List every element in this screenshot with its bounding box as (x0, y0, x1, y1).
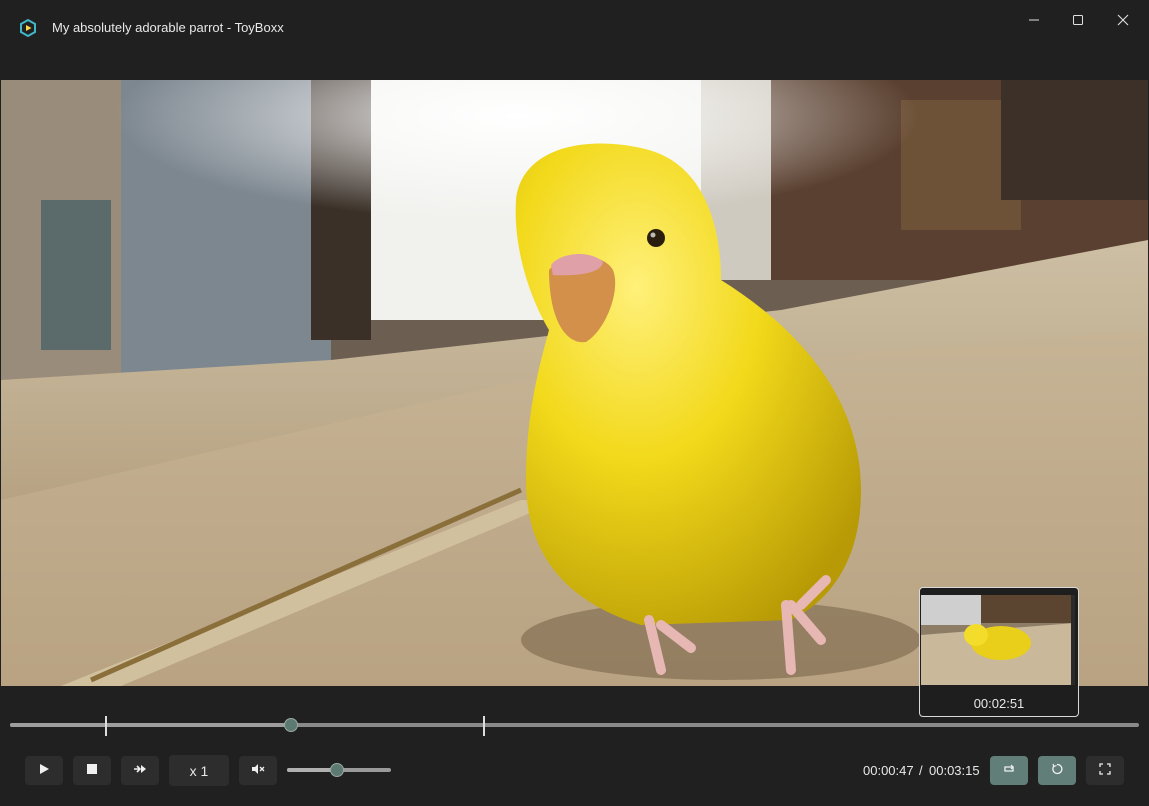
playback-speed-button[interactable]: x 1 (169, 755, 229, 786)
next-frame-button[interactable] (121, 756, 159, 785)
current-time: 00:00:47 (863, 763, 914, 778)
seek-bar-progress (10, 723, 292, 727)
window-title: My absolutely adorable parrot - ToyBoxx (52, 20, 284, 35)
seek-preview-popup: 00:02:51 (919, 587, 1079, 717)
close-button[interactable] (1100, 0, 1146, 40)
mute-button[interactable] (239, 756, 277, 785)
play-icon (38, 762, 50, 780)
minimize-button[interactable] (1011, 0, 1057, 40)
play-button[interactable] (25, 756, 63, 785)
title-bar: My absolutely adorable parrot - ToyBoxx (0, 0, 1149, 80)
seek-marker[interactable] (104, 716, 107, 736)
total-time: 00:03:15 (929, 763, 980, 778)
close-icon (1117, 14, 1129, 26)
stop-icon (86, 762, 98, 780)
preview-thumbnail (921, 595, 1075, 685)
loop-button[interactable] (990, 756, 1028, 785)
fullscreen-button[interactable] (1086, 756, 1124, 785)
toyboxx-logo-icon (19, 18, 37, 38)
fullscreen-icon (1099, 762, 1111, 780)
seek-thumb[interactable] (284, 718, 299, 732)
stop-button[interactable] (73, 756, 111, 785)
seek-marker[interactable] (483, 716, 486, 736)
volume-thumb[interactable] (329, 763, 344, 777)
replay-icon (1051, 762, 1063, 780)
preview-time: 00:02:51 (973, 696, 1025, 711)
speaker-muted-icon (251, 762, 265, 780)
minimize-icon (1028, 14, 1040, 26)
seek-bar[interactable] (10, 723, 1139, 727)
skip-next-icon (133, 762, 147, 780)
replay-button[interactable] (1038, 756, 1076, 785)
maximize-button[interactable] (1055, 0, 1101, 40)
maximize-icon (1072, 14, 1084, 26)
loop-icon (1002, 762, 1016, 780)
time-separator: / (919, 763, 923, 778)
